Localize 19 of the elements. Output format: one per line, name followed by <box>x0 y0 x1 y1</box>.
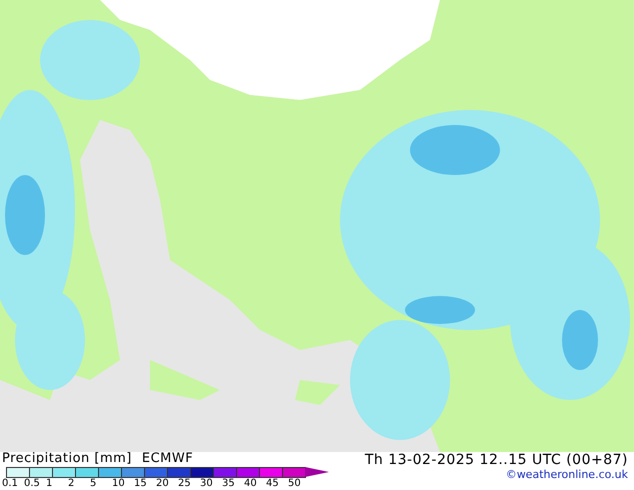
legend-label: 20 <box>156 478 170 489</box>
legend-label: 40 <box>244 478 258 489</box>
legend-label: 15 <box>134 478 148 489</box>
legend-label: 10 <box>112 478 126 489</box>
valid-time: Th 13-02-2025 12..15 UTC (00+87) <box>364 452 628 468</box>
legend-label: 5 <box>90 478 98 489</box>
legend-title: Precipitation [mm] <box>2 452 132 466</box>
credit-link[interactable]: ©weatheronline.co.uk <box>506 468 628 482</box>
legend-label: 0.5 <box>24 478 41 489</box>
legend-label: 1 <box>46 478 54 489</box>
legend-label: 35 <box>222 478 236 489</box>
legend-label: 50 <box>288 478 302 489</box>
legend-label: 30 <box>200 478 214 489</box>
legend-label: 0.1 <box>2 478 19 489</box>
legend-label: 25 <box>178 478 192 489</box>
model-name: ECMWF <box>142 452 194 466</box>
legend-label: 45 <box>266 478 280 489</box>
legend-arrow-icon <box>305 466 329 478</box>
legend-label: 2 <box>68 478 76 489</box>
